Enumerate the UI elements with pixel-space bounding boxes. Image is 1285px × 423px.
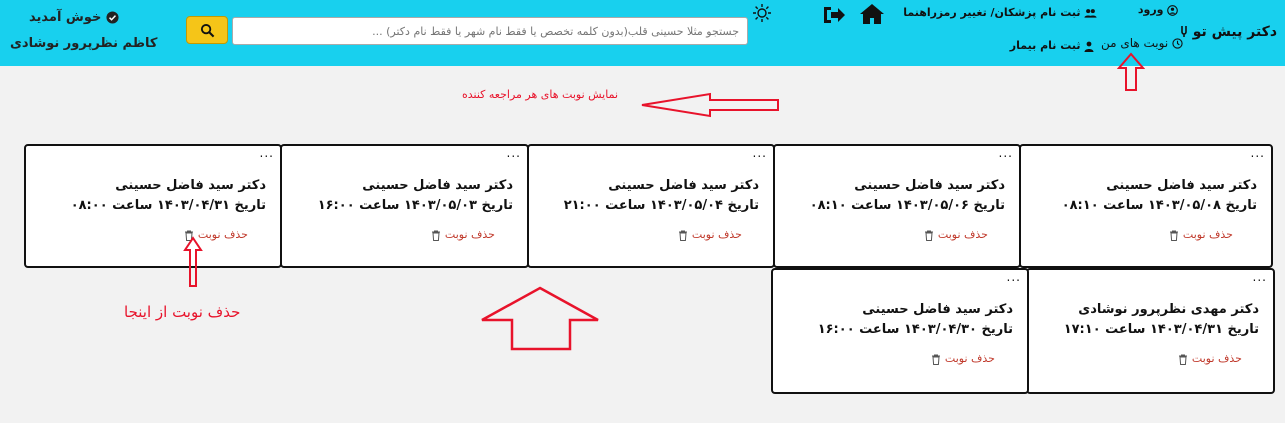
annotation-arrow-up-large <box>481 286 599 351</box>
delete-label: حذف نوبت <box>944 352 995 365</box>
card-menu-icon[interactable]: ... <box>999 146 1013 160</box>
delete-appointment-link[interactable]: حذف نوبت <box>1178 352 1242 365</box>
trash-icon <box>1179 354 1188 365</box>
nav-register-patient[interactable]: ثبت نام بیمار <box>1010 39 1094 52</box>
nav-guide-label: راهنما <box>903 6 937 19</box>
card-menu-icon[interactable]: ... <box>260 146 274 160</box>
check-circle-icon <box>106 11 119 24</box>
card-doctor: دکتر سید فاضل حسینی <box>862 302 1013 317</box>
trash-icon <box>925 230 934 241</box>
delete-label: حذف نوبت <box>197 228 248 241</box>
search-button[interactable] <box>186 16 228 44</box>
nav-guide[interactable]: راهنما <box>903 6 937 19</box>
appointment-card: ... دکتر سید فاضل حسینی تاریخ ۱۴۰۳/۰۵/۰۳… <box>280 144 529 268</box>
annotation-delete-here: حذف نوبت از اینجا <box>124 303 241 321</box>
welcome-text: خوش آمدید <box>29 10 119 25</box>
user-name: کاظم نظرپرور نوشادی <box>10 36 158 51</box>
card-datetime: تاریخ ۱۴۰۳/۰۴/۳۰ ساعت ۱۶:۰۰ <box>817 322 1013 337</box>
card-menu-icon[interactable]: ... <box>507 146 521 160</box>
card-doctor: دکتر سید فاضل حسینی <box>362 178 513 193</box>
delete-label: حذف نوبت <box>937 228 988 241</box>
card-doctor: دکتر سید فاضل حسینی <box>854 178 1005 193</box>
home-button[interactable] <box>859 3 885 29</box>
trash-icon <box>932 354 941 365</box>
brand[interactable]: دکتر پیش تو <box>1180 24 1277 40</box>
delete-appointment-link[interactable]: حذف نوبت <box>678 228 742 241</box>
delete-appointment-link[interactable]: حذف نوبت <box>924 228 988 241</box>
trash-icon <box>432 230 441 241</box>
user-circle-icon <box>1167 4 1178 16</box>
theme-toggle[interactable] <box>752 3 772 27</box>
nav-my-appointments[interactable]: نوبت های من <box>1101 36 1183 50</box>
appointment-card: ... دکتر سید فاضل حسینی تاریخ ۱۴۰۳/۰۵/۰۴… <box>527 144 775 268</box>
card-doctor: دکتر سید فاضل حسینی <box>1106 178 1257 193</box>
trash-icon <box>679 230 688 241</box>
appointment-card: ... دکتر سید فاضل حسینی تاریخ ۱۴۰۳/۰۵/۰۶… <box>773 144 1021 268</box>
appointment-card: ... دکتر مهدی نظرپرور نوشادی تاریخ ۱۴۰۳/… <box>1026 268 1275 394</box>
nav-my-appointments-label: نوبت های من <box>1100 36 1169 50</box>
home-icon <box>860 4 884 24</box>
brand-label: دکتر پیش تو <box>1192 24 1277 40</box>
delete-appointment-link[interactable]: حذف نوبت <box>931 352 995 365</box>
delete-appointment-link[interactable]: حذف نوبت <box>1169 228 1233 241</box>
card-menu-icon[interactable]: ... <box>1007 270 1021 284</box>
annotation-arrow-up <box>1117 52 1145 91</box>
search-input[interactable] <box>232 17 748 45</box>
card-datetime: تاریخ ۱۴۰۳/۰۵/۰۸ ساعت ۰۸:۱۰ <box>1061 198 1257 213</box>
card-datetime: تاریخ ۱۴۰۳/۰۴/۳۱ ساعت ۱۷:۱۰ <box>1063 322 1259 337</box>
nav-login[interactable]: ورود <box>1138 3 1178 16</box>
nav-register-doctors[interactable]: ثبت نام پزشکان/ تغییر رمز <box>937 6 1097 19</box>
card-menu-icon[interactable]: ... <box>1253 270 1267 284</box>
clock-icon <box>1172 38 1183 49</box>
delete-label: حذف نوبت <box>1182 228 1233 241</box>
annotation-arrow-up-delete <box>183 236 203 287</box>
delete-label: حذف نوبت <box>691 228 742 241</box>
card-doctor: دکتر مهدی نظرپرور نوشادی <box>1078 302 1259 317</box>
card-doctor: دکتر سید فاضل حسینی <box>115 178 266 193</box>
search-icon <box>200 23 214 37</box>
delete-appointment-link[interactable]: حذف نوبت <box>431 228 495 241</box>
appointment-card: ... دکتر سید فاضل حسینی تاریخ ۱۴۰۳/۰۴/۳۱… <box>24 144 282 268</box>
card-menu-icon[interactable]: ... <box>753 146 767 160</box>
nav-register-doctors-label: ثبت نام پزشکان/ تغییر رمز <box>936 6 1081 19</box>
users-icon <box>1084 9 1097 18</box>
delete-label: حذف نوبت <box>444 228 495 241</box>
sun-icon <box>753 4 771 22</box>
annotation-arrow-left <box>641 92 779 118</box>
card-doctor: دکتر سید فاضل حسینی <box>608 178 759 193</box>
delete-label: حذف نوبت <box>1191 352 1242 365</box>
appointment-card: ... دکتر سید فاضل حسینی تاریخ ۱۴۰۳/۰۵/۰۸… <box>1019 144 1273 268</box>
card-datetime: تاریخ ۱۴۰۳/۰۴/۳۱ ساعت ۰۸:۰۰ <box>70 198 266 213</box>
appointment-card: ... دکتر سید فاضل حسینی تاریخ ۱۴۰۳/۰۴/۳۰… <box>771 268 1029 394</box>
user-icon <box>1084 41 1094 52</box>
card-menu-icon[interactable]: ... <box>1251 146 1265 160</box>
nav-register-patient-label: ثبت نام بیمار <box>1009 39 1081 52</box>
logout-button[interactable] <box>822 5 846 29</box>
sign-out-icon <box>824 7 845 23</box>
welcome-label: خوش آمدید <box>29 10 102 25</box>
annotation-show-appointments: نمایش نوبت های هر مراجعه کننده <box>462 88 619 101</box>
nav-login-label: ورود <box>1137 3 1164 16</box>
card-datetime: تاریخ ۱۴۰۳/۰۵/۰۶ ساعت ۰۸:۱۰ <box>809 198 1005 213</box>
card-datetime: تاریخ ۱۴۰۳/۰۵/۰۴ ساعت ۲۱:۰۰ <box>563 198 759 213</box>
card-datetime: تاریخ ۱۴۰۳/۰۵/۰۳ ساعت ۱۶:۰۰ <box>317 198 513 213</box>
trash-icon <box>1170 230 1179 241</box>
